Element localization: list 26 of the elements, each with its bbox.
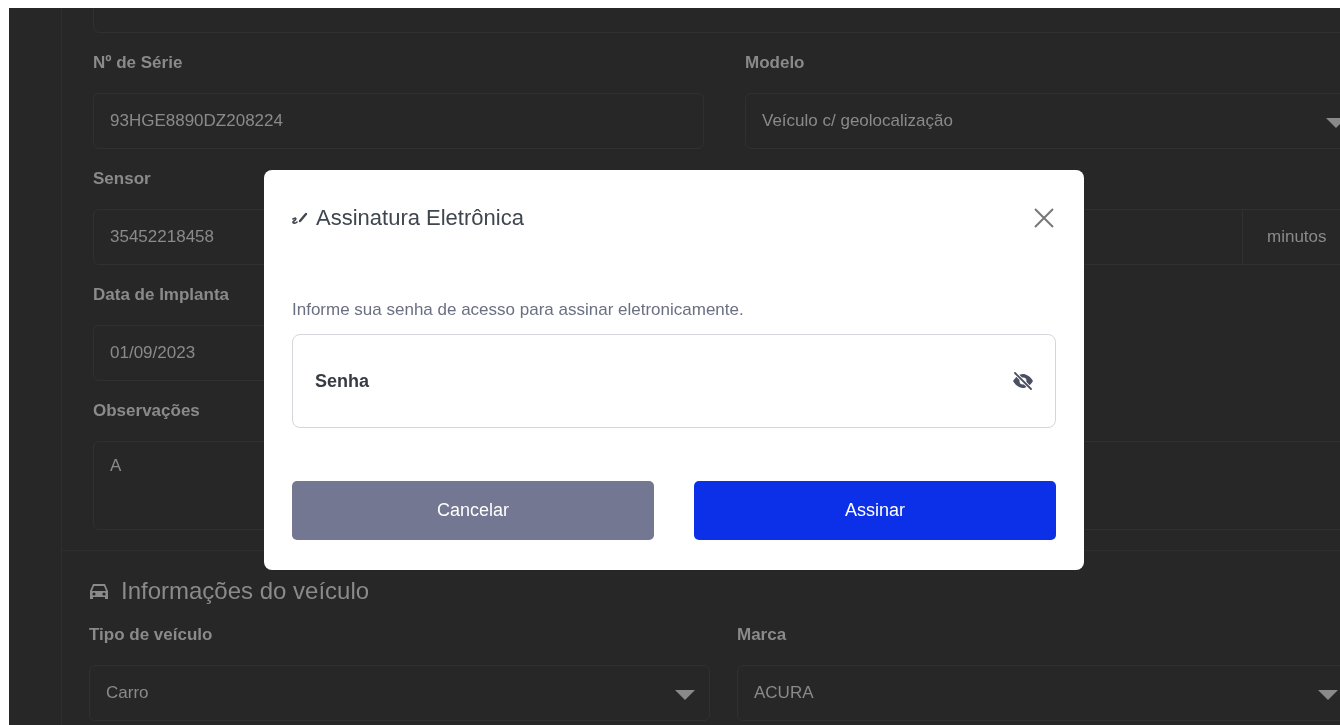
select-field[interactable]: Veículo c/ geolocalização <box>745 93 1340 149</box>
dialog-message: Informe sua senha de acesso para assinar eletronicamente. <box>292 300 745 320</box>
field-label: Observações <box>93 401 201 421</box>
text-field[interactable]: 93HGE8890DZ208224 <box>93 93 704 149</box>
field-label: Nº de Série <box>93 53 184 73</box>
select-field[interactable]: ACURA <box>737 665 1340 721</box>
close-icon[interactable] <box>1032 206 1056 230</box>
unit-addon: minutos <box>1242 210 1340 264</box>
section-title: Informações do veículo <box>121 577 370 605</box>
sign-button[interactable]: Assinar <box>694 481 1056 540</box>
car-icon <box>89 582 109 600</box>
dialog-title: Assinatura Eletrônica <box>316 205 525 231</box>
text-field[interactable] <box>93 8 1340 33</box>
select-field[interactable]: Carro <box>89 665 710 721</box>
field-label: Data de Implanta <box>93 285 231 305</box>
field-label: Modelo <box>745 53 806 73</box>
field-label: Marca <box>737 625 788 645</box>
cancel-button[interactable]: Cancelar <box>292 481 654 540</box>
password-field[interactable]: Senha <box>292 334 1056 428</box>
dropdown-arrow-icon <box>1318 690 1338 700</box>
signature-pen-icon <box>292 211 308 225</box>
dropdown-arrow-icon <box>675 690 695 700</box>
field-label: Tipo de veículo <box>89 625 214 645</box>
eye-slash-icon[interactable] <box>1012 372 1034 390</box>
field-label: Sensor <box>93 169 152 189</box>
dropdown-arrow-icon <box>1326 118 1340 128</box>
